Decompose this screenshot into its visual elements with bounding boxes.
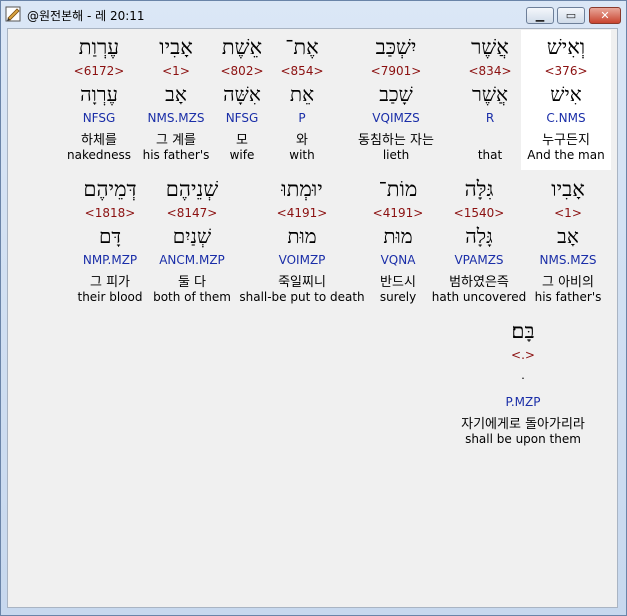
lemma-text: שְׁנַיִם — [172, 224, 212, 248]
hebrew-text: אֲשֶׁר — [471, 35, 509, 59]
strong-number: <376> — [544, 64, 588, 78]
lemma-text: מוּת — [287, 224, 317, 248]
english-gloss: hath uncovered — [431, 290, 527, 304]
morphology-code: NFSG — [225, 111, 259, 125]
english-gloss: shall be upon them — [465, 432, 581, 446]
korean-gloss: 범하였은즉 — [449, 275, 509, 290]
korean-gloss: 그 계를 — [155, 133, 197, 148]
strong-number: <1> — [554, 206, 582, 220]
morphology-code: VQNA — [380, 253, 416, 267]
morphology-code: NMP.MZP — [82, 253, 138, 267]
strong-number: <802> — [220, 64, 264, 78]
strong-number: <1540> — [453, 206, 505, 220]
hebrew-text: שְׁנֵיהֶם — [165, 177, 219, 201]
strong-number: <854> — [280, 64, 324, 78]
minimize-icon: ▁ — [535, 9, 545, 22]
hebrew-text: מוֹת־ — [378, 177, 418, 201]
hebrew-text: יִשְׁכַּב — [375, 35, 417, 59]
morphology-code: ANCM.MZP — [159, 253, 225, 267]
hebrew-text: בָּם׃ — [511, 319, 535, 343]
english-gloss: his father's — [142, 148, 210, 162]
morphology-code: NMS.MZS — [147, 111, 205, 125]
hebrew-text: עֶרְוַת — [78, 35, 120, 59]
morphology-code: P — [298, 111, 306, 125]
minimize-button[interactable]: ▁ — [526, 7, 554, 24]
strong-number: <4191> — [276, 206, 328, 220]
lemma-text: שָׁכַב — [379, 82, 413, 106]
morphology-code: VOIMZP — [278, 253, 326, 267]
english-gloss: And the man — [527, 148, 605, 162]
strong-number: <1> — [162, 64, 190, 78]
hebrew-text: וְאִישׁ — [546, 35, 586, 59]
close-icon: ✕ — [600, 9, 610, 22]
strong-number: <1818> — [84, 206, 136, 220]
strong-number: <7901> — [370, 64, 422, 78]
strong-number: <6172> — [73, 64, 125, 78]
korean-gloss: 누구든지 — [542, 133, 590, 148]
english-gloss: with — [289, 148, 315, 162]
morphology-code: C.NMS — [546, 111, 586, 125]
morphology-code: P.MZP — [505, 395, 541, 409]
strong-number: <834> — [468, 64, 512, 78]
morphology-code: NFSG — [82, 111, 116, 125]
english-gloss: surely — [379, 290, 417, 304]
close-button[interactable]: ✕ — [589, 7, 621, 24]
lemma-text: אָב — [557, 224, 579, 248]
hebrew-text: גִּלָּה — [464, 177, 494, 201]
hebrew-text: אָבִיו — [159, 35, 193, 59]
korean-gloss: 둘 다 — [177, 275, 207, 290]
korean-gloss: 그 피가 — [89, 275, 131, 290]
window-title: @원전본해 - 레 20:11 — [27, 9, 145, 23]
english-gloss: their blood — [77, 290, 143, 304]
morphology-code: NMS.MZS — [539, 253, 597, 267]
korean-gloss: 와 — [296, 133, 308, 148]
korean-gloss: 그 아비의 — [542, 275, 594, 290]
strong-number: <8147> — [166, 206, 218, 220]
english-gloss: his father's — [534, 290, 602, 304]
lemma-text: עֶרְוָה — [80, 82, 118, 106]
lemma-text: מוּת — [383, 224, 413, 248]
korean-gloss: 동침하는 자는 — [358, 133, 434, 148]
morphology-code: VQIMZS — [372, 111, 420, 125]
english-gloss: shall-be put to death — [239, 290, 365, 304]
lemma-text: אֵת — [289, 82, 315, 106]
korean-gloss: 반드시 — [380, 275, 416, 290]
english-gloss: both of them — [153, 290, 231, 304]
morphology-code: VPAMZS — [454, 253, 504, 267]
hebrew-text: יוּמְתוּ — [281, 177, 323, 201]
maximize-icon: ▭ — [565, 9, 577, 22]
hebrew-text: אֶת־ — [285, 35, 319, 59]
strong-number: <.> — [511, 348, 535, 362]
english-gloss: that — [477, 148, 503, 162]
lemma-text: אָב — [165, 82, 187, 106]
maximize-button[interactable]: ▭ — [557, 7, 585, 24]
korean-gloss: 하체를 — [81, 133, 117, 148]
app-icon — [5, 6, 21, 22]
morphology-code: R — [485, 111, 495, 125]
korean-gloss: 죽일찌니 — [278, 275, 326, 290]
english-gloss: lieth — [382, 148, 410, 162]
english-gloss: nakedness — [67, 148, 131, 162]
lemma-text: אִישׁ — [550, 82, 582, 106]
lemma-text: אִשָּׁה — [223, 82, 261, 106]
korean-gloss: 모 — [236, 133, 248, 148]
english-gloss: wife — [229, 148, 255, 162]
hebrew-text: דְּמֵיהֶם — [83, 177, 137, 201]
hebrew-text: אָבִיו — [551, 177, 585, 201]
strong-number: <4191> — [372, 206, 424, 220]
lemma-text: גָּלָה — [465, 224, 493, 248]
title-bar[interactable]: @원전본해 - 레 20:11 ▁ ▭ ✕ — [1, 1, 626, 29]
lemma-text: אֲשֶׁר — [472, 82, 508, 106]
korean-gloss: 자기에게로 돌아가리라 — [461, 417, 585, 432]
lemma-text: דָּם — [98, 224, 122, 248]
hebrew-text: אֵשֶׁת — [221, 35, 263, 59]
